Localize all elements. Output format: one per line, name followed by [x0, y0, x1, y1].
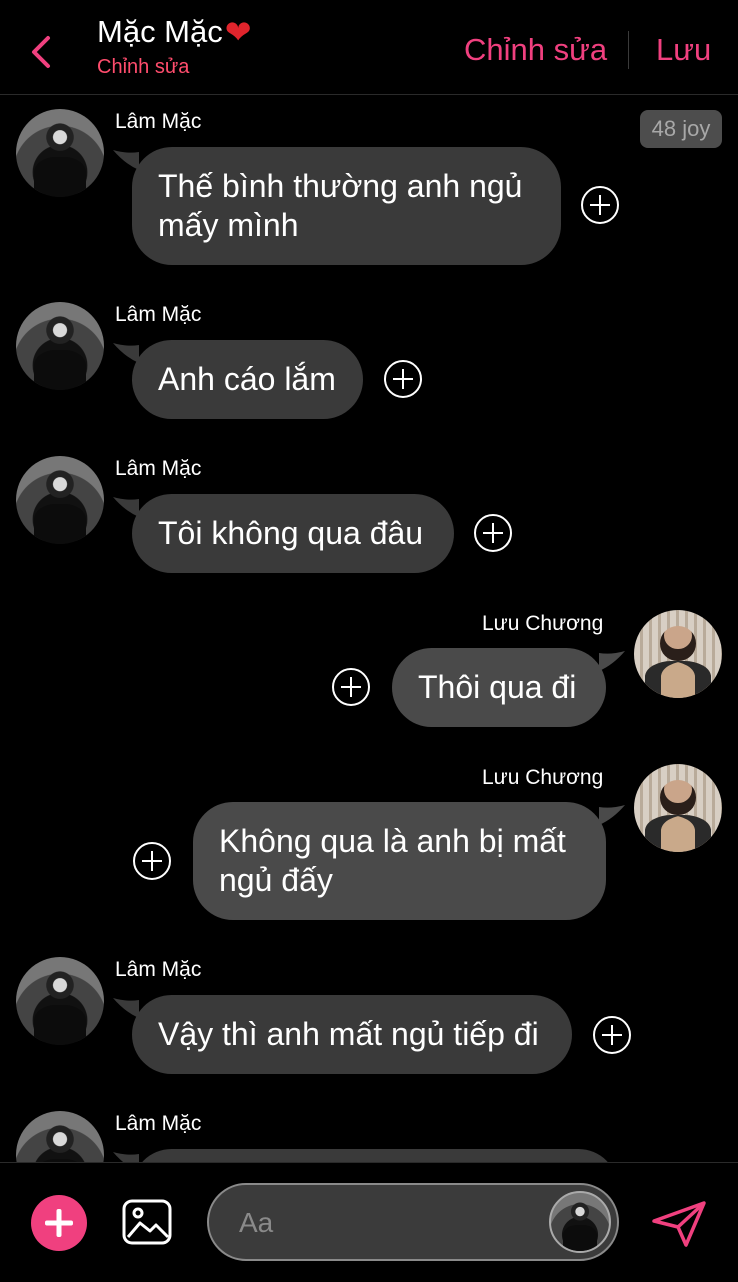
avatar[interactable]	[634, 764, 722, 852]
image-icon[interactable]	[122, 1197, 172, 1247]
sender-name: Lưu Chương	[482, 612, 604, 635]
message-input[interactable]: Aa	[207, 1183, 619, 1261]
bubble-tail	[599, 805, 625, 825]
composer-bar: Aa	[0, 1162, 738, 1282]
chevron-left-icon[interactable]	[28, 34, 58, 70]
bubble-tail	[113, 150, 139, 170]
sender-name: Lâm Mặc	[115, 1112, 202, 1135]
plus-circle-outline-icon[interactable]	[384, 360, 422, 398]
avatar[interactable]	[16, 456, 104, 544]
sender-name: Lâm Mặc	[115, 110, 202, 133]
bubble-tail	[113, 343, 139, 363]
message-bubble[interactable]: Thế bình thường anh ngủ mấy mình	[132, 147, 561, 265]
input-placeholder: Aa	[239, 1207, 274, 1238]
save-button[interactable]: Lưu	[656, 32, 711, 68]
bubble-tail	[113, 497, 139, 517]
avatar[interactable]	[16, 109, 104, 197]
plus-circle-icon[interactable]	[31, 1195, 87, 1251]
bubble-tail	[599, 651, 625, 671]
plus-circle-outline-icon[interactable]	[133, 842, 171, 880]
avatar[interactable]	[16, 957, 104, 1045]
bubble-tail	[113, 998, 139, 1018]
sender-name: Lưu Chương	[482, 766, 604, 789]
edit-button[interactable]: Chỉnh sửa	[464, 32, 607, 68]
chat-title-text: Mặc Mặc	[97, 14, 223, 49]
plus-circle-outline-icon[interactable]	[474, 514, 512, 552]
avatar[interactable]	[634, 610, 722, 698]
plus-circle-outline-icon[interactable]	[581, 186, 619, 224]
message-bubble[interactable]: Thôi qua đi	[392, 648, 606, 727]
message-bubble[interactable]: Tôi không qua đâu	[132, 494, 454, 573]
message-bubble[interactable]: Anh cáo lắm	[132, 340, 363, 419]
avatar[interactable]	[549, 1191, 611, 1253]
plus-circle-outline-icon[interactable]	[593, 1016, 631, 1054]
header-divider	[628, 31, 629, 69]
chat-subtitle[interactable]: Chỉnh sửa	[97, 56, 252, 79]
avatar[interactable]	[16, 302, 104, 390]
message-bubble[interactable]: Không qua là anh bị mất ngủ đấy	[193, 802, 606, 920]
plus-circle-outline-icon[interactable]	[332, 668, 370, 706]
sender-name: Lâm Mặc	[115, 457, 202, 480]
send-icon[interactable]	[650, 1199, 708, 1249]
sender-name: Lâm Mặc	[115, 303, 202, 326]
heart-icon: ❤	[224, 14, 252, 50]
joy-badge: 48 joy	[640, 110, 722, 148]
message-bubble[interactable]: Vậy thì anh mất ngủ tiếp đi	[132, 995, 572, 1074]
chat-title: Mặc Mặc ❤	[97, 14, 252, 50]
chat-title-block: Mặc Mặc ❤ Chỉnh sửa	[97, 14, 252, 79]
sender-name: Lâm Mặc	[115, 958, 202, 981]
chat-header: Mặc Mặc ❤ Chỉnh sửa Chỉnh sửa Lưu	[0, 0, 738, 95]
